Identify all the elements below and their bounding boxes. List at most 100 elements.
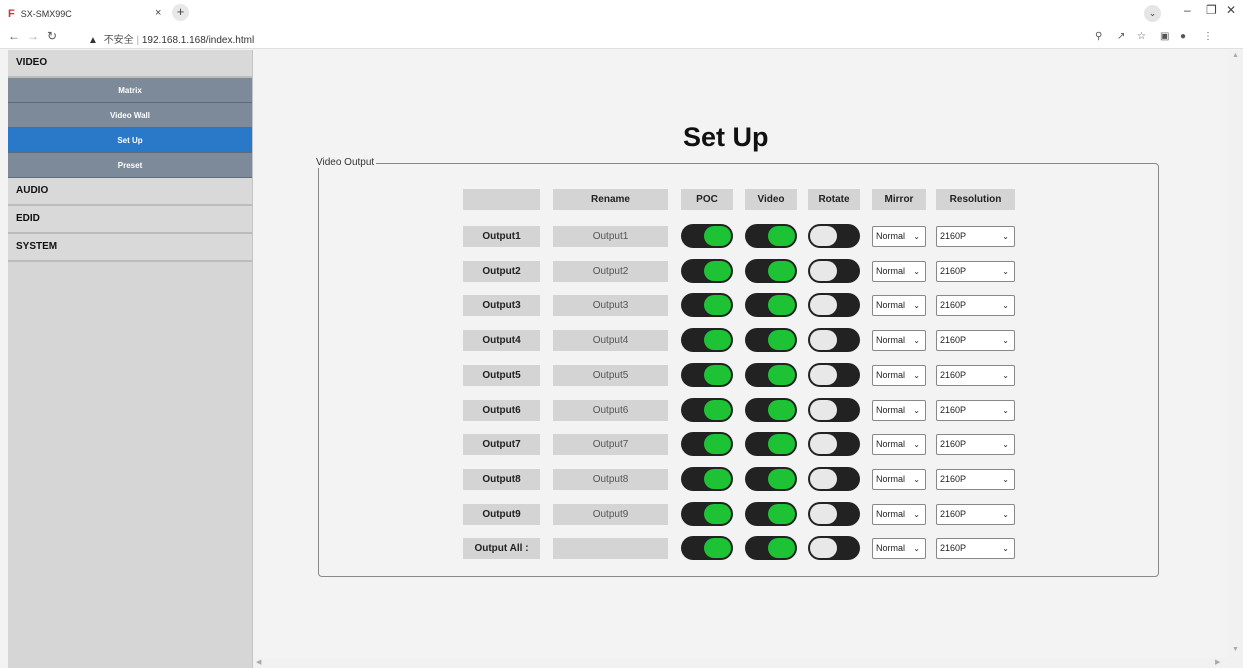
toggle-knob: [768, 330, 795, 351]
resolution-select[interactable]: 2160P ⌄: [936, 295, 1015, 317]
rename-field[interactable]: [553, 538, 668, 560]
video-toggle[interactable]: [745, 258, 797, 283]
resolution-select[interactable]: 2160P ⌄: [936, 434, 1015, 456]
video-toggle[interactable]: [745, 466, 797, 491]
reload-icon[interactable]: ↻: [47, 29, 57, 43]
rotate-toggle[interactable]: [808, 536, 860, 561]
back-arrow-icon[interactable]: ←: [8, 29, 20, 43]
video-toggle[interactable]: [745, 536, 797, 561]
rotate-toggle[interactable]: [808, 466, 860, 491]
sidebar-category-video[interactable]: VIDEO: [8, 50, 252, 78]
close-tab-icon[interactable]: ×: [155, 7, 161, 19]
sidebar-category-edid[interactable]: EDID: [8, 206, 252, 234]
video-toggle[interactable]: [745, 328, 797, 353]
scroll-left-icon[interactable]: ◀: [256, 658, 261, 666]
menu-kebab-icon[interactable]: ⋮: [1203, 31, 1213, 42]
output-name-label: Output1: [463, 226, 540, 247]
mirror-select[interactable]: Normal ⌄: [872, 538, 926, 560]
chevron-down-icon: ⌄: [1002, 336, 1009, 346]
rename-field[interactable]: Output6: [553, 399, 668, 421]
forward-arrow-icon[interactable]: →: [27, 29, 39, 43]
rotate-toggle[interactable]: [808, 362, 860, 387]
mirror-select[interactable]: Normal ⌄: [872, 330, 926, 352]
resolution-select[interactable]: 2160P ⌄: [936, 330, 1015, 352]
scroll-right-icon[interactable]: ▶: [1215, 658, 1220, 666]
minimize-icon[interactable]: –: [1184, 3, 1191, 17]
rotate-toggle[interactable]: [808, 224, 860, 248]
poc-toggle[interactable]: [681, 466, 733, 491]
rotate-toggle[interactable]: [808, 432, 860, 457]
rotate-toggle[interactable]: [808, 258, 860, 283]
resolution-select[interactable]: 2160P ⌄: [936, 260, 1015, 282]
restore-icon[interactable]: ❐: [1206, 3, 1217, 17]
poc-toggle[interactable]: [681, 536, 733, 561]
share-icon[interactable]: ↗: [1117, 31, 1125, 42]
video-toggle[interactable]: [745, 224, 797, 248]
poc-toggle[interactable]: [681, 432, 733, 457]
mirror-select[interactable]: Normal ⌄: [872, 295, 926, 317]
sidebar-item-preset[interactable]: Preset: [8, 153, 252, 178]
resolution-select[interactable]: 2160P ⌄: [936, 468, 1015, 490]
poc-toggle[interactable]: [681, 501, 733, 526]
poc-toggle[interactable]: [681, 224, 733, 248]
resolution-select[interactable]: 2160P ⌄: [936, 226, 1015, 247]
zoom-icon[interactable]: ⚲: [1095, 31, 1102, 42]
sidebar-category-system[interactable]: SYSTEM: [8, 234, 252, 262]
rename-field[interactable]: Output7: [553, 434, 668, 456]
mirror-select[interactable]: Normal ⌄: [872, 260, 926, 282]
toggle-knob: [704, 260, 731, 281]
rename-field[interactable]: Output3: [553, 295, 668, 317]
sidebar-item-set-up[interactable]: Set Up: [8, 128, 252, 153]
tab-search-chevron-icon[interactable]: ⌄: [1144, 5, 1161, 22]
resolution-select[interactable]: 2160P ⌄: [936, 503, 1015, 525]
video-toggle[interactable]: [745, 501, 797, 526]
scroll-down-icon[interactable]: ▼: [1232, 646, 1239, 653]
poc-toggle[interactable]: [681, 293, 733, 318]
rotate-toggle[interactable]: [808, 501, 860, 526]
mirror-select[interactable]: Normal ⌄: [872, 226, 926, 247]
rotate-toggle[interactable]: [808, 293, 860, 318]
vertical-scrollbar[interactable]: ▲ ▼: [1227, 50, 1243, 668]
rename-field[interactable]: Output1: [553, 226, 668, 247]
poc-toggle[interactable]: [681, 397, 733, 422]
new-tab-button[interactable]: +: [172, 4, 189, 21]
rename-field[interactable]: Output2: [553, 260, 668, 282]
chevron-down-icon: ⌄: [1002, 266, 1009, 276]
rename-field[interactable]: Output8: [553, 468, 668, 490]
resolution-select[interactable]: 2160P ⌄: [936, 399, 1015, 421]
mirror-select[interactable]: Normal ⌄: [872, 468, 926, 490]
video-toggle[interactable]: [745, 362, 797, 387]
video-toggle[interactable]: [745, 397, 797, 422]
chevron-down-icon: ⌄: [913, 440, 920, 450]
mirror-select[interactable]: Normal ⌄: [872, 434, 926, 456]
mirror-select[interactable]: Normal ⌄: [872, 503, 926, 525]
scroll-up-icon[interactable]: ▲: [1232, 52, 1239, 59]
resolution-select[interactable]: 2160P ⌄: [936, 364, 1015, 386]
rename-field[interactable]: Output9: [553, 503, 668, 525]
toggle-knob: [810, 468, 837, 489]
profile-icon[interactable]: ●: [1180, 31, 1186, 42]
bookmark-star-icon[interactable]: ☆: [1137, 31, 1146, 42]
horizontal-scrollbar[interactable]: ◀ ▶: [253, 658, 1227, 668]
browser-tab[interactable]: F SX-SMX99C ×: [8, 4, 161, 24]
chevron-down-icon: ⌄: [1002, 544, 1009, 554]
toggle-knob: [704, 468, 731, 489]
url-field[interactable]: ▲ 不安全 | 192.168.1.168/index.html: [88, 31, 254, 46]
video-toggle[interactable]: [745, 432, 797, 457]
mirror-select[interactable]: Normal ⌄: [872, 364, 926, 386]
sidebar-item-video-wall[interactable]: Video Wall: [8, 103, 252, 128]
poc-toggle[interactable]: [681, 362, 733, 387]
rotate-toggle[interactable]: [808, 328, 860, 353]
poc-toggle[interactable]: [681, 328, 733, 353]
side-panel-icon[interactable]: ▣: [1160, 31, 1169, 42]
rotate-toggle[interactable]: [808, 397, 860, 422]
mirror-select[interactable]: Normal ⌄: [872, 399, 926, 421]
rename-field[interactable]: Output5: [553, 364, 668, 386]
video-toggle[interactable]: [745, 293, 797, 318]
sidebar-category-audio[interactable]: AUDIO: [8, 178, 252, 206]
poc-toggle[interactable]: [681, 258, 733, 283]
close-window-icon[interactable]: ✕: [1226, 3, 1236, 17]
rename-field[interactable]: Output4: [553, 330, 668, 352]
resolution-select[interactable]: 2160P ⌄: [936, 538, 1015, 560]
sidebar-item-matrix[interactable]: Matrix: [8, 78, 252, 103]
